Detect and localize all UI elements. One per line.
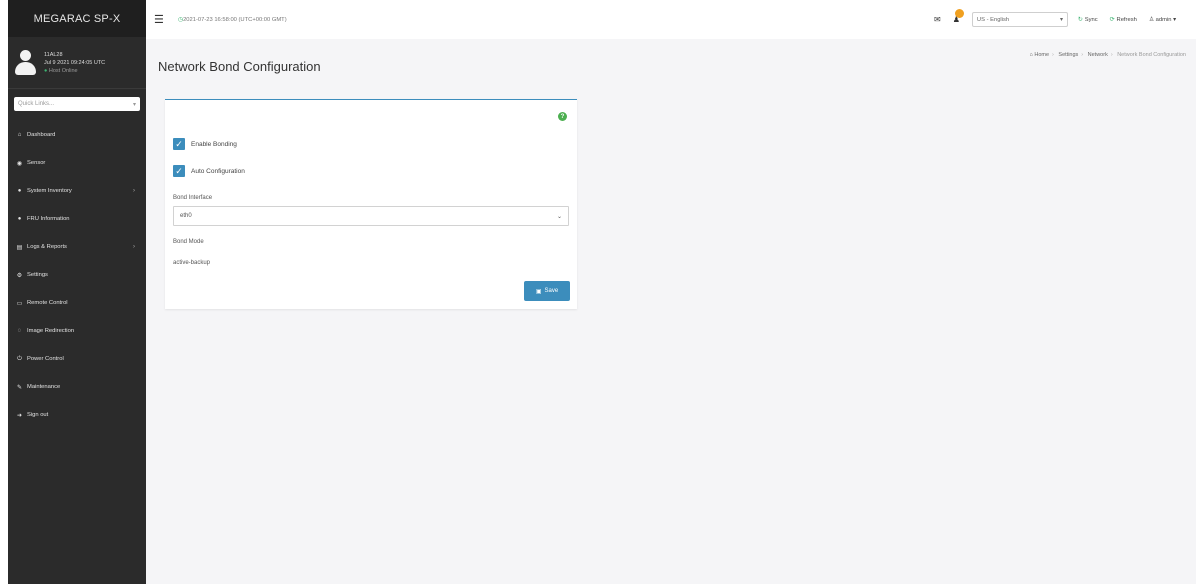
notifications-icon[interactable]: ♟: [953, 9, 964, 24]
nav-label: Image Redirection: [27, 328, 75, 334]
logs-icon: ▤: [16, 244, 23, 251]
home-icon: ⌂: [1029, 52, 1033, 58]
chevron-right-icon: ›: [133, 188, 135, 194]
nav-item-system-inventory[interactable]: ● System Inventory ›: [8, 177, 146, 205]
image-redirection-icon: ◌: [17, 328, 22, 334]
auto-config-checkbox[interactable]: ✓: [173, 165, 185, 177]
language-select[interactable]: US - English ▾: [971, 12, 1068, 27]
enable-bonding-label: Enable Bonding: [191, 140, 237, 148]
bond-config-card: ? ✓ Enable Bonding ✓ Auto Configuration …: [165, 99, 577, 309]
user-name: 11AL28: [44, 51, 63, 58]
status-dot-icon: ●: [44, 67, 48, 74]
bond-mode-label: Bond Mode: [173, 239, 204, 245]
sync-label: Sync: [1084, 16, 1098, 23]
message-icon[interactable]: ✉: [934, 15, 941, 24]
settings-icon: ⚙: [16, 272, 23, 279]
nav-item-fru-information[interactable]: ● FRU Information: [8, 205, 146, 233]
breadcrumb-home[interactable]: Home: [1034, 52, 1049, 58]
nav-label: Logs & Reports: [27, 244, 67, 250]
avatar: [14, 49, 36, 76]
menu-toggle-icon[interactable]: ☰: [154, 13, 166, 26]
sync-button[interactable]: ↻ Sync: [1078, 17, 1098, 23]
bond-interface-label: Bond Interface: [173, 195, 213, 201]
user-info: 11AL28 Jul 9 2021 09:24:05 UTC ● Host On…: [44, 51, 105, 75]
top-right-controls: ✉ ♟ US - English ▾ ↻ Sync ⟳ Refresh ♙ admi…: [934, 0, 1188, 39]
nav-label: Sensor: [27, 160, 46, 166]
nav-label: System Inventory: [27, 188, 72, 194]
main-content: Network Bond Configuration ⌂ Home › Setti…: [146, 39, 1196, 584]
quick-links-placeholder: Quick Links...: [18, 101, 55, 107]
user-time: Jul 9 2021 09:24:05 UTC: [44, 59, 106, 66]
nav-item-logs-reports[interactable]: ▤ Logs & Reports ›: [8, 233, 146, 261]
refresh-icon: ⟳: [1109, 16, 1115, 23]
datetime-text: 2021-07-23 16:58:00 (UTC+00:00 GMT): [183, 16, 287, 23]
current-datetime: ◷2021-07-23 16:58:00 (UTC+00:00 GMT): [178, 17, 287, 23]
wrench-icon: ✎: [16, 384, 23, 391]
user-menu[interactable]: ♙ admin ▾: [1149, 17, 1176, 23]
user-icon: ♙: [1148, 16, 1155, 23]
nav-item-sensor[interactable]: ◉ Sensor: [8, 149, 146, 177]
nav-label: Dashboard: [27, 132, 56, 138]
nav-item-dashboard[interactable]: ⌂ Dashboard: [8, 121, 146, 149]
breadcrumb-settings[interactable]: Settings: [1058, 52, 1078, 58]
breadcrumb: ⌂ Home › Settings › Network › Network Bond …: [1029, 52, 1187, 58]
system-inventory-icon: ●: [17, 188, 22, 194]
save-icon: ▣: [535, 288, 542, 295]
save-label: Save: [544, 288, 559, 294]
quick-links-select[interactable]: Quick Links... ▾: [14, 97, 140, 111]
notification-badge: [954, 9, 964, 18]
remote-control-icon: ▭: [16, 300, 23, 307]
nav-item-settings[interactable]: ⚙ Settings: [8, 261, 146, 289]
nav-label: Remote Control: [27, 300, 68, 306]
nav-item-remote-control[interactable]: ▭ Remote Control: [8, 289, 146, 317]
top-bar: ☰ ◷2021-07-23 16:58:00 (UTC+00:00 GMT) ✉…: [146, 0, 1196, 39]
chevron-down-icon: ▾: [132, 101, 136, 108]
refresh-label: Refresh: [1116, 16, 1137, 23]
breadcrumb-network[interactable]: Network: [1088, 52, 1108, 58]
user-panel: 11AL28 Jul 9 2021 09:24:05 UTC ● Host On…: [8, 37, 146, 89]
chevron-down-icon: ▾: [1173, 16, 1176, 23]
bond-interface-select[interactable]: eth0 ⌄: [173, 206, 569, 226]
sync-icon: ↻: [1077, 16, 1083, 23]
nav-label: Maintenance: [27, 384, 61, 390]
nav-item-maintenance[interactable]: ✎ Maintenance: [8, 373, 146, 401]
fru-icon: ●: [17, 216, 22, 222]
help-icon[interactable]: ?: [558, 112, 567, 121]
sign-out-icon: ➜: [16, 412, 23, 419]
chevron-down-icon: ▾: [1059, 16, 1063, 23]
nav-item-power-control[interactable]: ⏻ Power Control: [8, 345, 146, 373]
nav-item-sign-out[interactable]: ➜ Sign out: [8, 401, 146, 429]
page-title: Network Bond Configuration: [158, 59, 321, 74]
bond-mode-value: active-backup: [173, 260, 211, 266]
breadcrumb-current: Network Bond Configuration: [1117, 52, 1186, 58]
nav-label: FRU Information: [27, 216, 70, 222]
enable-bonding-row: ✓ Enable Bonding: [173, 138, 237, 150]
nav-item-image-redirection[interactable]: ◌ Image Redirection: [8, 317, 146, 345]
refresh-button[interactable]: ⟳ Refresh: [1110, 17, 1137, 23]
nav-label: Settings: [27, 272, 48, 278]
save-button[interactable]: ▣ Save: [524, 281, 570, 301]
chevron-right-icon: ›: [133, 244, 135, 250]
auto-config-row: ✓ Auto Configuration: [173, 165, 245, 177]
dashboard-icon: ⌂: [17, 132, 22, 138]
enable-bonding-checkbox[interactable]: ✓: [173, 138, 185, 150]
brand-logo[interactable]: MEGARAC SP-X: [8, 0, 146, 37]
power-icon: ⏻: [17, 355, 22, 362]
nav-label: Power Control: [27, 356, 64, 362]
sensor-icon: ◉: [16, 160, 23, 167]
sidebar: MEGARAC SP-X 11AL28 Jul 9 2021 09:24:05 …: [8, 0, 146, 584]
bond-interface-value: eth0: [180, 213, 192, 219]
nav-label: Sign out: [27, 412, 49, 418]
language-value: US - English: [976, 16, 1010, 23]
host-status: Host Online: [48, 67, 78, 74]
user-menu-label: admin: [1155, 16, 1172, 23]
chevron-down-icon: ⌄: [556, 213, 562, 220]
auto-config-label: Auto Configuration: [191, 167, 245, 175]
